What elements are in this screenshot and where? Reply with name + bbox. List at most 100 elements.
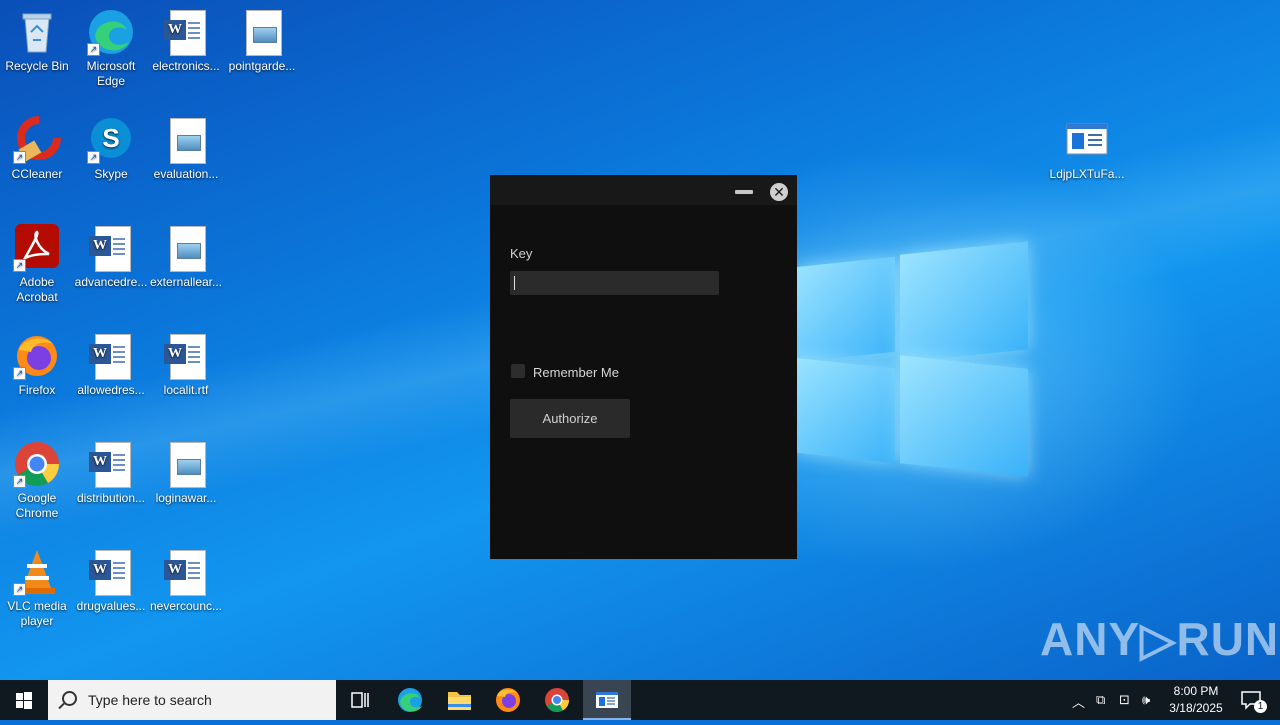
desktop-icon-word-doc[interactable]: W localit.rtf bbox=[148, 332, 224, 398]
image-file-icon bbox=[238, 8, 286, 56]
desktop-icon-word-doc[interactable]: W nevercounc... bbox=[148, 548, 224, 614]
shortcut-arrow-icon: ↗ bbox=[13, 475, 26, 488]
clock-date: 3/18/2025 bbox=[1169, 701, 1223, 715]
taskbar-firefox[interactable] bbox=[484, 680, 532, 720]
dialog-titlebar[interactable]: ✕ bbox=[490, 175, 797, 205]
device-tray-icon[interactable]: ⧉ bbox=[1096, 692, 1105, 708]
chrome-icon: ↗ bbox=[13, 440, 61, 488]
text-caret bbox=[514, 276, 515, 290]
notification-center-button[interactable]: 1 bbox=[1232, 680, 1272, 720]
desktop-icon-firefox[interactable]: ↗ Firefox bbox=[0, 332, 75, 398]
show-hidden-icons-chevron-icon[interactable]: ︿ bbox=[1072, 692, 1085, 711]
icon-label: Google Chrome bbox=[15, 491, 59, 520]
desktop-icon-image-file[interactable]: externallear... bbox=[148, 224, 224, 290]
vlc-icon: ↗ bbox=[13, 548, 61, 596]
key-label: Key bbox=[510, 246, 533, 261]
word-document-icon: W bbox=[87, 548, 135, 596]
icon-label: CCleaner bbox=[11, 167, 63, 181]
desktop-icon-word-doc[interactable]: W advancedre... bbox=[73, 224, 149, 290]
edge-icon: ↗ bbox=[87, 8, 135, 56]
icon-label: drugvalues... bbox=[76, 599, 146, 613]
notification-count-badge: 1 bbox=[1254, 700, 1267, 713]
app-window-icon bbox=[1063, 116, 1111, 164]
icon-label: loginawar... bbox=[155, 491, 217, 505]
icon-label: allowedres... bbox=[77, 383, 145, 397]
start-button[interactable] bbox=[0, 680, 48, 720]
desktop-icon-adobe-acrobat[interactable]: ↗ Adobe Acrobat bbox=[0, 224, 75, 305]
shortcut-arrow-icon: ↗ bbox=[13, 367, 26, 380]
edge-icon bbox=[398, 688, 422, 712]
icon-label: Recycle Bin bbox=[5, 59, 69, 73]
shortcut-arrow-icon: ↗ bbox=[13, 259, 26, 272]
remember-me-checkbox[interactable] bbox=[511, 364, 525, 378]
authorize-button[interactable]: Authorize bbox=[510, 399, 630, 438]
notification-icon bbox=[1241, 691, 1261, 710]
file-explorer-icon bbox=[448, 692, 471, 710]
svg-text:S: S bbox=[102, 123, 119, 153]
taskbar-app-window[interactable] bbox=[583, 680, 631, 720]
app-window-icon bbox=[596, 692, 618, 708]
taskbar-chrome[interactable] bbox=[533, 680, 581, 720]
icon-label: distribution... bbox=[76, 491, 146, 505]
key-input[interactable] bbox=[510, 271, 719, 295]
shortcut-arrow-icon: ↗ bbox=[87, 43, 100, 56]
word-document-icon: W bbox=[162, 8, 210, 56]
desktop-icon-vlc[interactable]: ↗ VLC media player bbox=[0, 548, 75, 629]
ccleaner-icon: ↗ bbox=[13, 116, 61, 164]
icon-label: advancedre... bbox=[74, 275, 148, 289]
desktop-icon-word-doc[interactable]: W distribution... bbox=[73, 440, 149, 506]
taskbar-search-box[interactable]: Type here to search bbox=[48, 680, 336, 720]
image-file-icon bbox=[162, 440, 210, 488]
desktop-icon-image-file[interactable]: loginawar... bbox=[148, 440, 224, 506]
task-view-button[interactable] bbox=[336, 680, 384, 720]
image-file-icon bbox=[162, 116, 210, 164]
windows-logo-wallpaper bbox=[795, 240, 1030, 480]
key-auth-dialog: ✕ Key Remember Me Authorize bbox=[490, 175, 797, 559]
search-icon bbox=[62, 691, 77, 706]
shortcut-arrow-icon: ↗ bbox=[87, 151, 100, 164]
minimize-button[interactable] bbox=[735, 190, 753, 194]
network-icon[interactable]: ⊡ bbox=[1119, 692, 1130, 708]
task-view-icon bbox=[351, 692, 369, 708]
icon-label: localit.rtf bbox=[163, 383, 209, 397]
desktop-icon-microsoft-edge[interactable]: ↗ Microsoft Edge bbox=[73, 8, 149, 89]
firefox-icon: ↗ bbox=[13, 332, 61, 380]
word-document-icon: W bbox=[87, 224, 135, 272]
desktop-icon-word-doc[interactable]: W electronics... bbox=[148, 8, 224, 74]
desktop-icon-skype[interactable]: S ↗ Skype bbox=[73, 116, 149, 182]
remember-me-label[interactable]: Remember Me bbox=[533, 365, 619, 380]
recycle-bin-icon bbox=[13, 8, 61, 56]
desktop-icon-image-file[interactable]: evaluation... bbox=[148, 116, 224, 182]
taskbar-clock[interactable]: 8:00 PM 3/18/2025 bbox=[1166, 683, 1226, 717]
taskbar-edge[interactable] bbox=[386, 680, 434, 720]
icon-label: electronics... bbox=[152, 59, 220, 73]
word-document-icon: W bbox=[87, 332, 135, 380]
desktop-icon-executable[interactable]: LdjpLXTuFa... bbox=[1049, 116, 1125, 182]
taskbar-file-explorer[interactable] bbox=[435, 680, 483, 720]
word-document-icon: W bbox=[162, 332, 210, 380]
clock-time: 8:00 PM bbox=[1173, 684, 1219, 698]
windows-start-icon bbox=[16, 692, 32, 709]
icon-label: LdjpLXTuFa... bbox=[1049, 167, 1125, 181]
desktop-icon-word-doc[interactable]: W drugvalues... bbox=[73, 548, 149, 614]
shortcut-arrow-icon: ↗ bbox=[13, 583, 26, 596]
desktop-icon-word-doc[interactable]: W allowedres... bbox=[73, 332, 149, 398]
skype-icon: S ↗ bbox=[87, 116, 135, 164]
icon-label: Skype bbox=[94, 167, 128, 181]
chrome-icon bbox=[545, 688, 569, 713]
taskbar: Type here to search ︿ ⧉ ⊡ 🕪 8:00 PM 3/18… bbox=[0, 680, 1280, 720]
desktop-icon-ccleaner[interactable]: ↗ CCleaner bbox=[0, 116, 75, 182]
desktop-icon-image-file[interactable]: pointgarde... bbox=[224, 8, 300, 74]
icon-label: evaluation... bbox=[153, 167, 219, 181]
adobe-acrobat-icon: ↗ bbox=[13, 224, 61, 272]
icon-label: nevercounc... bbox=[149, 599, 223, 613]
volume-icon[interactable]: 🕪 bbox=[1142, 692, 1150, 708]
icon-label: Microsoft Edge bbox=[86, 59, 136, 88]
desktop-icon-recycle-bin[interactable]: Recycle Bin bbox=[0, 8, 75, 74]
search-placeholder: Type here to search bbox=[88, 692, 212, 708]
icon-label: externallear... bbox=[149, 275, 223, 289]
desktop-icon-google-chrome[interactable]: ↗ Google Chrome bbox=[0, 440, 75, 521]
close-icon: ✕ bbox=[773, 184, 785, 200]
close-button[interactable]: ✕ bbox=[770, 183, 788, 201]
anyrun-watermark: ANY▷RUN bbox=[1040, 613, 1280, 665]
